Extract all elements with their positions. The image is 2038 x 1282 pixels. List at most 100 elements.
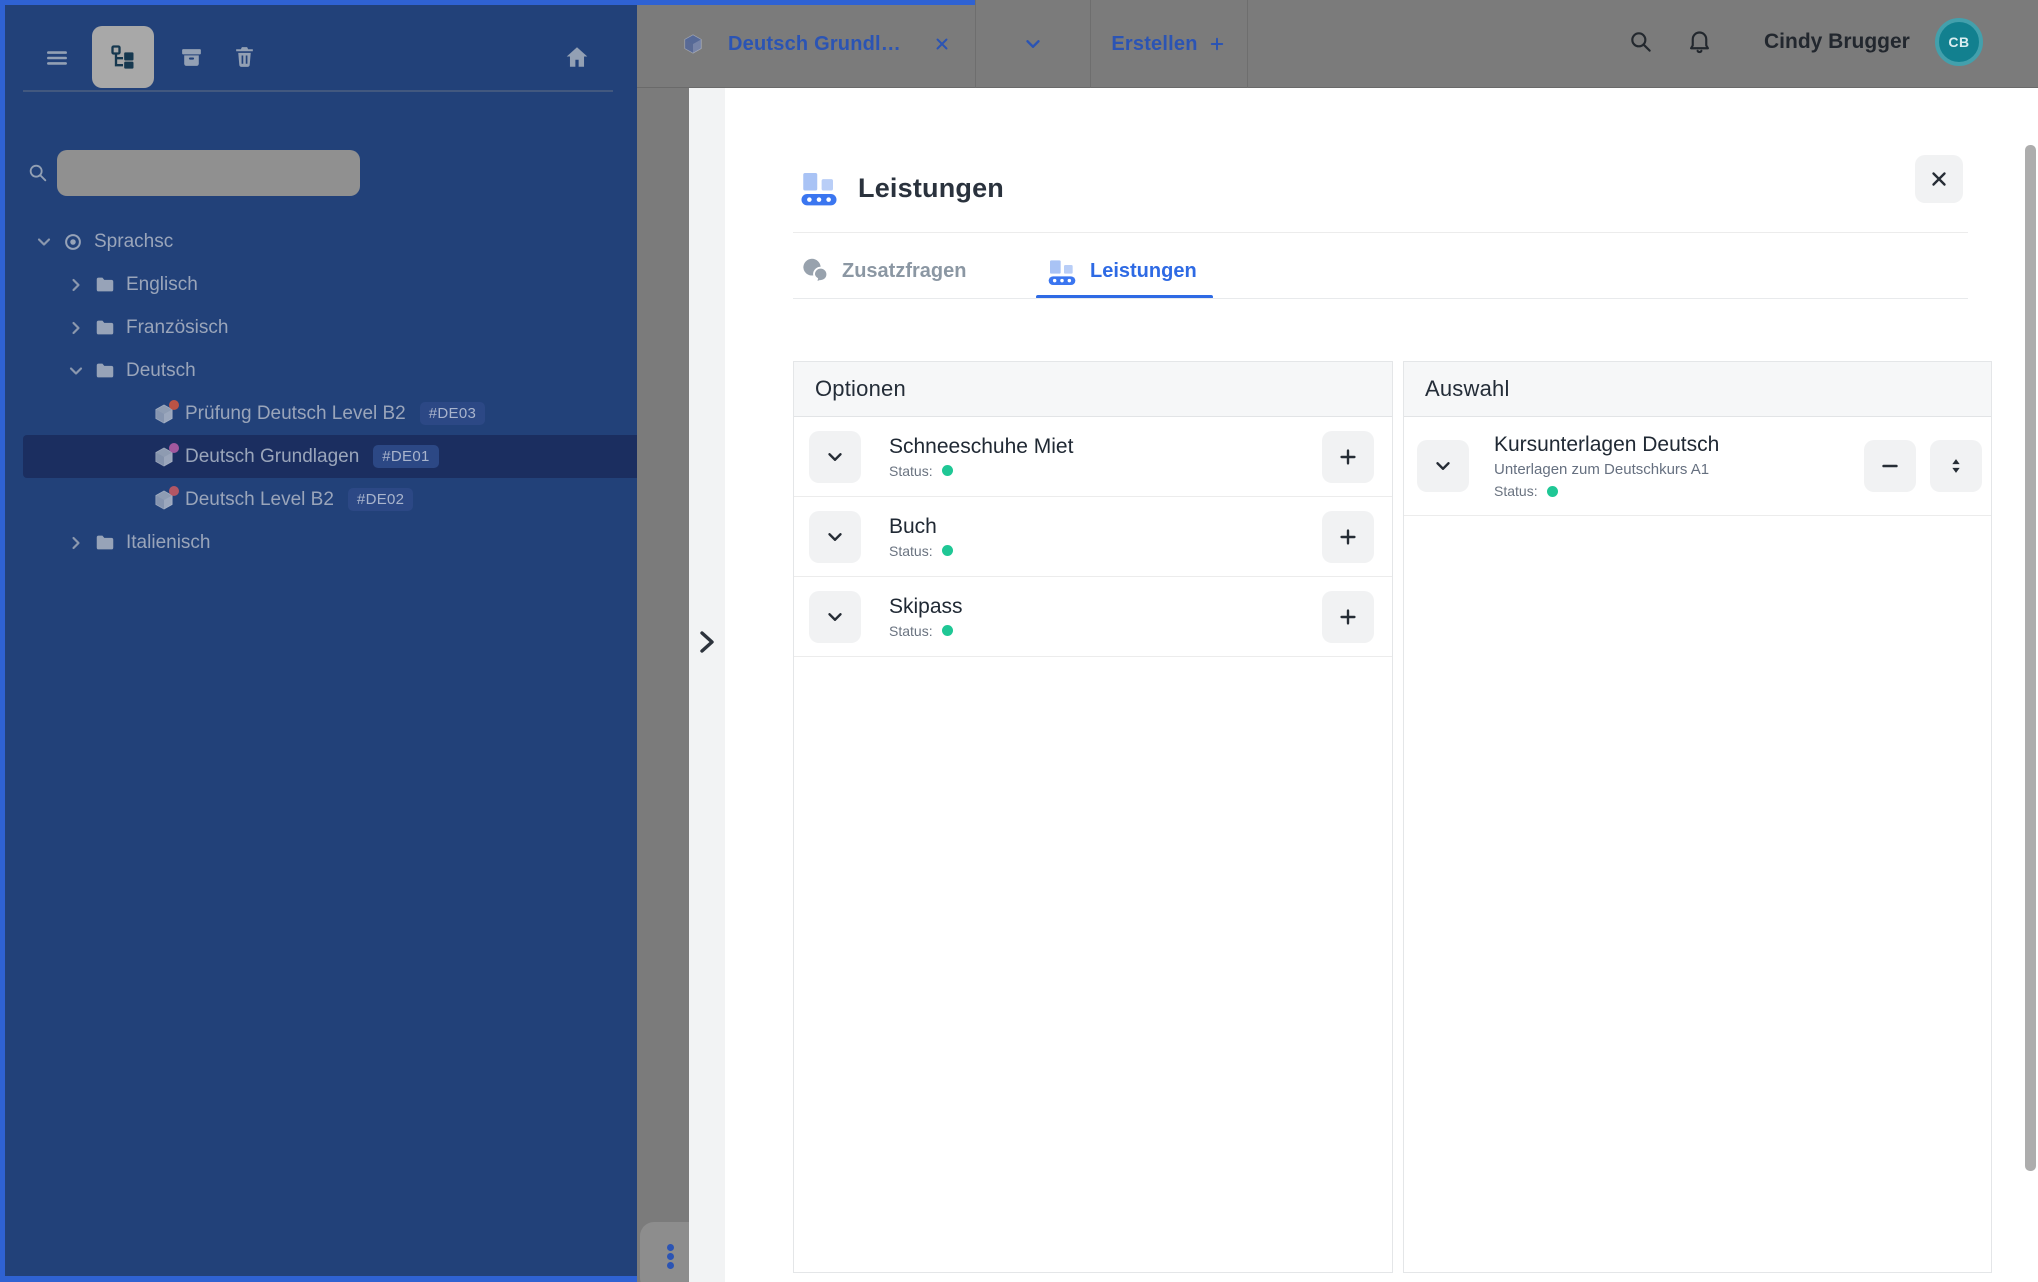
tree-item-label: Italienisch	[126, 531, 211, 553]
status-label: Status:	[889, 462, 933, 479]
tree-search-icon	[27, 162, 49, 184]
tree-item[interactable]: Prüfung Deutsch Level B2 #DE03	[23, 392, 716, 435]
add-option-button[interactable]	[1322, 590, 1374, 643]
status-active-dot	[941, 545, 953, 556]
remove-selection-button[interactable]	[1864, 440, 1916, 492]
dialog-close-button[interactable]	[1915, 155, 1963, 203]
home-icon[interactable]	[564, 44, 590, 70]
archive-icon[interactable]	[179, 45, 204, 70]
tree-item[interactable]: Deutsch Grundlagen #DE01	[23, 435, 716, 478]
course-code-badge: #DE01	[373, 445, 439, 468]
cube-icon	[153, 442, 179, 468]
add-option-button[interactable]	[1322, 510, 1374, 563]
tab-zusatzfragen[interactable]: Zusatzfragen	[798, 255, 966, 287]
plus-icon	[1208, 35, 1226, 53]
tab-label: Leistungen	[1090, 259, 1197, 282]
handle-dot	[667, 1244, 674, 1251]
selection-subtitle: Unterlagen zum Deutschkurs A1	[1494, 461, 1710, 478]
tree-item[interactable]: Italienisch	[23, 521, 657, 564]
chat-bubbles-icon	[798, 255, 830, 287]
avatar[interactable]: CB	[1935, 18, 1983, 66]
status-line: Status:	[889, 543, 953, 559]
tree-item[interactable]: Deutsch	[23, 349, 657, 392]
tree-item-label: Deutsch Level B2	[185, 488, 334, 510]
tree-chevron-icon[interactable]	[66, 275, 86, 295]
options-list: Schneeschuhe Miet Status: Buch Status: S…	[794, 417, 1392, 657]
folder-icon	[94, 532, 116, 554]
tree-item[interactable]: Französisch	[23, 306, 657, 349]
expand-option-button[interactable]	[809, 590, 861, 643]
expand-selection-button[interactable]	[1417, 440, 1469, 492]
option-title: Skipass	[889, 594, 963, 618]
course-tree: Sprachsc Englisch Französisch Deutsch Pr…	[0, 220, 716, 564]
column-header-label: Auswahl	[1425, 376, 1510, 401]
status-label: Status:	[889, 542, 933, 559]
create-button[interactable]: Erstellen	[1090, 0, 1247, 88]
tree-chevron-icon[interactable]	[66, 318, 86, 338]
reorder-selection-button[interactable]	[1930, 440, 1982, 492]
expand-panel-chevron-icon[interactable]	[696, 629, 718, 655]
column-header-label: Optionen	[815, 376, 906, 401]
tree-item-label: Deutsch	[126, 359, 196, 381]
dialog-title: Leistungen	[858, 173, 1005, 203]
header-divider	[793, 232, 1968, 233]
tab-close-icon[interactable]	[933, 35, 951, 53]
options-column: Optionen Schneeschuhe Miet Status: Buch …	[793, 361, 1393, 1273]
option-text: Schneeschuhe Miet Status:	[889, 435, 1073, 479]
tab-leistungen[interactable]: Leistungen	[1046, 255, 1197, 287]
tree-structure-icon	[109, 43, 137, 71]
tab-list-dropdown[interactable]	[975, 0, 1090, 88]
status-line: Status:	[1494, 483, 1719, 499]
user-name[interactable]: Cindy Brugger	[1764, 30, 1910, 54]
option-row: Schneeschuhe Miet Status:	[794, 417, 1392, 497]
tree-item[interactable]: Deutsch Level B2 #DE02	[23, 478, 716, 521]
tree-chevron-icon[interactable]	[66, 361, 86, 381]
folder-icon	[94, 317, 116, 339]
cube-icon	[153, 399, 179, 425]
course-cube-icon	[682, 33, 704, 55]
tab-label: Deutsch Grundl…	[728, 32, 902, 55]
option-text: Buch Status:	[889, 515, 953, 559]
trash-icon[interactable]	[232, 44, 257, 69]
status-label: Status:	[1494, 483, 1538, 499]
panel-drag-handle[interactable]	[640, 1222, 689, 1282]
tree-item-label: Deutsch Grundlagen	[185, 445, 360, 467]
status-active-dot	[941, 465, 953, 476]
create-label: Erstellen	[1111, 32, 1198, 55]
selection-column: Auswahl Kursunterlagen Deutsch Unterlage…	[1403, 361, 1992, 1273]
selection-row: Kursunterlagen Deutsch Unterlagen zum De…	[1404, 417, 1991, 516]
handle-dot	[667, 1262, 674, 1269]
tree-item[interactable]: Englisch	[23, 263, 657, 306]
expand-option-button[interactable]	[809, 430, 861, 483]
tree-chevron-icon[interactable]	[34, 232, 54, 252]
option-title: Schneeschuhe Miet	[889, 434, 1074, 458]
folder-icon	[94, 274, 116, 296]
add-option-button[interactable]	[1322, 430, 1374, 483]
tabs-bottom-border	[793, 298, 1968, 299]
tree-item[interactable]: Sprachsc	[23, 220, 625, 263]
topbar-divider	[1247, 0, 1248, 88]
option-title: Buch	[889, 514, 937, 538]
leistungen-dialog: Leistungen Zusatzfragen Leistungen Optio…	[725, 88, 2038, 1282]
status-dot	[169, 485, 179, 496]
tree-item-label: Englisch	[126, 273, 198, 295]
handle-dot	[667, 1253, 674, 1260]
tab-label: Zusatzfragen	[842, 259, 967, 282]
tree-search-input[interactable]	[57, 150, 360, 196]
tree-view-button[interactable]	[92, 26, 154, 88]
status-active-dot	[941, 625, 953, 636]
conveyor-icon	[1046, 255, 1078, 287]
menu-icon[interactable]	[44, 45, 70, 71]
options-header: Optionen	[794, 362, 1392, 417]
panel-edge-strip	[689, 88, 725, 1282]
global-search-icon[interactable]	[1628, 29, 1654, 55]
dimmed-content-strip	[637, 88, 689, 1282]
option-row: Skipass Status:	[794, 577, 1392, 657]
tab-deutsch-grundlagen[interactable]: Deutsch Grundl…	[637, 0, 975, 88]
tree-chevron-icon[interactable]	[66, 533, 86, 553]
expand-option-button[interactable]	[809, 510, 861, 563]
selection-header: Auswahl	[1404, 362, 1991, 417]
vertical-scrollbar-thumb[interactable]	[2025, 145, 2036, 1171]
status-line: Status:	[889, 623, 963, 639]
notifications-bell-icon[interactable]	[1686, 28, 1713, 55]
